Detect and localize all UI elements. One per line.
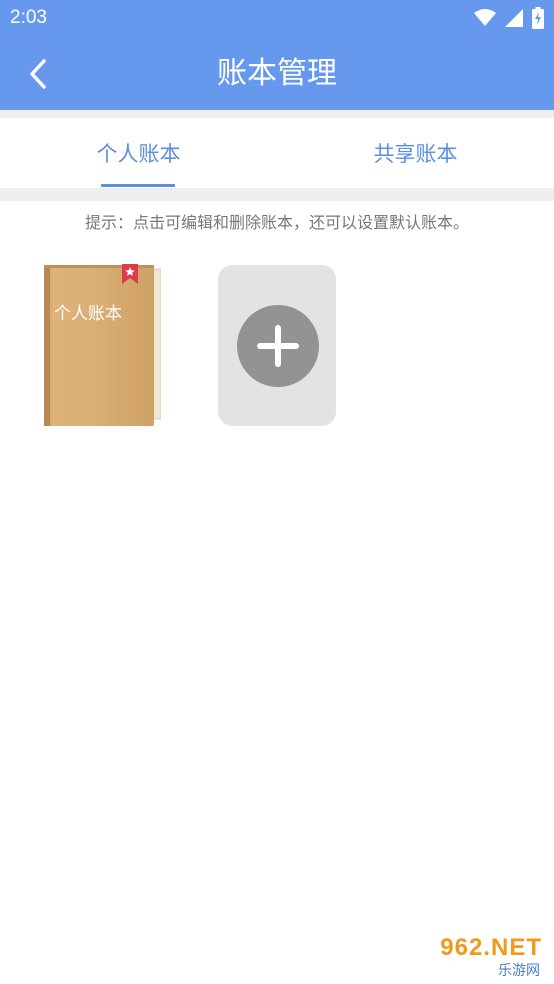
add-circle [237, 305, 319, 387]
tab-personal-books[interactable]: 个人账本 [0, 118, 277, 188]
book-item-personal[interactable]: 个人账本 [44, 264, 161, 426]
divider-band [0, 110, 554, 118]
bookmark-star-icon [122, 264, 138, 284]
tab-bar: 个人账本 共享账本 [0, 118, 554, 188]
wifi-icon [474, 9, 496, 26]
book-label: 个人账本 [54, 304, 122, 324]
book-icon [44, 265, 161, 426]
tab-active-indicator [101, 184, 175, 187]
watermark-brand: 962.NET [440, 934, 542, 961]
add-book-button[interactable] [218, 265, 336, 426]
status-icons [474, 6, 544, 30]
status-time: 2:03 [10, 7, 47, 28]
page-title: 账本管理 [217, 56, 337, 91]
watermark-sub: 乐游网 [498, 963, 540, 979]
tab-label: 个人账本 [96, 142, 181, 166]
plus-icon [257, 325, 299, 367]
signal-icon [505, 9, 523, 27]
tab-label: 共享账本 [373, 142, 458, 166]
hint-text: 提示：点击可编辑和删除账本，还可以设置默认账本。 [84, 213, 469, 232]
app-header: 2:03 账本管理 [0, 0, 554, 110]
tab-shared-books[interactable]: 共享账本 [277, 118, 554, 188]
watermark-logo: 962.NET 乐游网 [414, 934, 548, 979]
divider-band [0, 188, 554, 201]
battery-icon [532, 7, 544, 29]
